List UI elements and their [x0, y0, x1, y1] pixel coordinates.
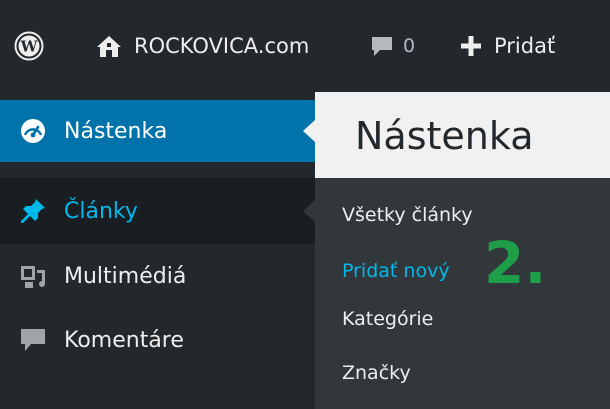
submenu-item-add-new[interactable]: Pridať nový: [342, 260, 450, 282]
add-new-menu[interactable]: Pridať: [460, 0, 555, 92]
sidebar-item-label: Nástenka: [64, 118, 168, 144]
page-title: Nástenka: [355, 114, 534, 158]
wordpress-logo-icon: W: [14, 31, 44, 61]
sidebar-item-label: Články: [64, 198, 138, 224]
add-new-label: Pridať: [494, 34, 556, 58]
comments-count: 0: [403, 35, 416, 57]
pushpin-icon: [18, 196, 48, 226]
submenu-item-categories[interactable]: Kategórie: [342, 308, 433, 330]
svg-text:W: W: [20, 38, 39, 56]
menu-separator: [0, 162, 315, 178]
admin-bar: W ROCKOVICA.com 0 Pridať: [0, 0, 610, 92]
site-name: ROCKOVICA.com: [134, 34, 310, 58]
sidebar-item-media[interactable]: Multimédiá: [0, 244, 315, 308]
comment-bubble-icon: [372, 37, 392, 56]
posts-flyout-submenu: Všetky články Pridať nový Kategórie Znač…: [315, 178, 610, 409]
current-menu-arrow: [303, 120, 315, 142]
submenu-item-tags[interactable]: Značky: [342, 362, 411, 384]
dashboard-gauge-icon: [18, 116, 48, 146]
plus-icon: [461, 36, 481, 56]
home-icon: [97, 36, 121, 57]
sidebar-item-comments[interactable]: Komentáre: [0, 308, 315, 372]
submenu-item-all-posts[interactable]: Všetky články: [342, 204, 473, 226]
sidebar-item-label: Komentáre: [64, 327, 184, 353]
sidebar-item-dashboard[interactable]: Nástenka: [0, 100, 315, 162]
admin-sidebar-menu: Nástenka Články Multimédiá Komentáre: [0, 92, 315, 409]
wp-admin-screen: Nástenka W ROCKOVICA.com 0 Pridať Násten…: [0, 0, 610, 409]
site-name-link[interactable]: ROCKOVICA.com: [96, 0, 309, 92]
sidebar-item-label: Multimédiá: [64, 263, 187, 289]
media-icon: [18, 261, 48, 291]
wp-logo-button[interactable]: W: [14, 0, 44, 92]
step-annotation: 2.: [484, 229, 547, 297]
comment-bubble-icon: [18, 325, 48, 355]
flyout-arrow: [303, 200, 315, 222]
admin-bar-comments-link[interactable]: 0: [370, 0, 415, 92]
sidebar-item-posts[interactable]: Články: [0, 178, 315, 244]
